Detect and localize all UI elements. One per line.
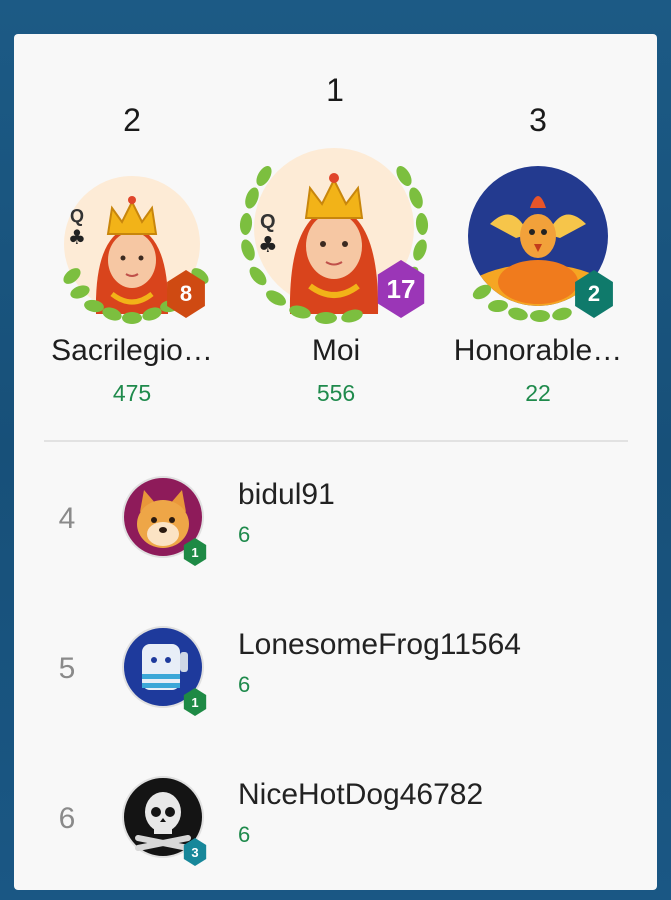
leaderboard-row[interactable]: 4 1 bidul91 6: [14, 454, 657, 584]
podium-rank: 3: [529, 102, 547, 138]
leaderboard-row[interactable]: 5 1 LonesomeFrog11564 6: [14, 604, 657, 734]
player-name: NiceHotDog46782: [238, 778, 484, 811]
player-name: Moi: [311, 334, 361, 367]
player-name: bidul91: [238, 478, 335, 511]
leaderboard-row[interactable]: 6 3 NiceHotDog46782 6: [14, 754, 657, 884]
svg-text:Q: Q: [260, 211, 276, 233]
player-score: 22: [525, 380, 551, 406]
player-score: 6: [238, 672, 251, 697]
row-rank: 4: [58, 502, 76, 535]
podium-rank: 1: [326, 72, 344, 108]
podium-rank: 2: [123, 102, 141, 138]
row-rank: 5: [58, 652, 76, 685]
svg-text:Q: Q: [70, 206, 84, 226]
player-name: Honorable…: [453, 334, 623, 367]
player-name: Sacrilegio…: [51, 334, 213, 367]
player-name: LonesomeFrog11564: [238, 628, 521, 661]
podium-divider: [44, 440, 628, 442]
svg-text:♣: ♣: [258, 233, 278, 258]
leaderboard-card: 2 Q ♣ 8 Sacrilegio… 475 1 Q ♣ 17 Moi 556…: [14, 34, 657, 890]
player-score: 6: [238, 822, 251, 847]
row-rank: 6: [58, 802, 76, 835]
player-score: 556: [316, 380, 356, 406]
player-score: 475: [112, 380, 152, 406]
player-score: 6: [238, 522, 251, 547]
svg-text:♣: ♣: [68, 225, 86, 249]
